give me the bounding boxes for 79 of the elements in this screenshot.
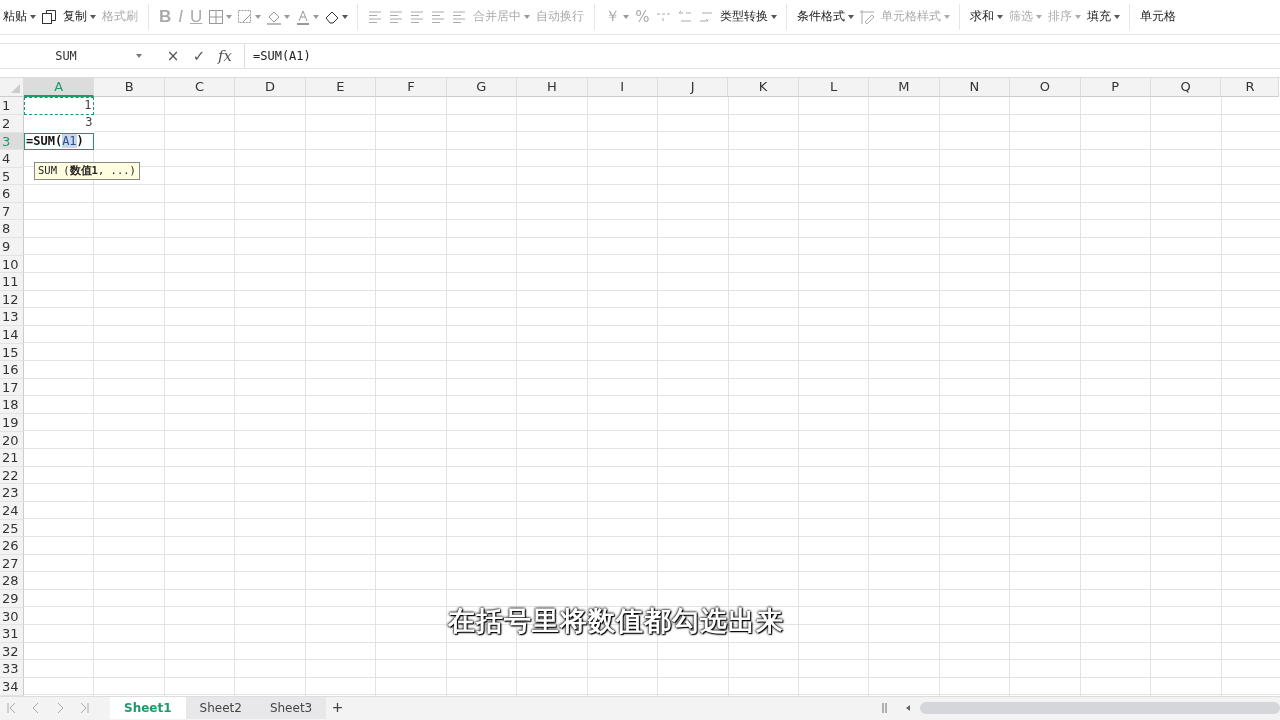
column-header[interactable]: K	[728, 78, 799, 98]
column-header[interactable]: J	[657, 78, 729, 98]
column-header[interactable]: M	[869, 78, 940, 98]
toolbar-button[interactable]: 单元格	[1138, 8, 1177, 26]
function-tooltip: SUM (数值1, ...)	[34, 162, 140, 181]
row-header[interactable]: 14	[0, 326, 24, 344]
row-header[interactable]: 8	[0, 220, 24, 239]
row-header[interactable]: 19	[0, 414, 24, 432]
row-header[interactable]: 23	[0, 484, 24, 502]
row-header[interactable]: 4	[0, 150, 24, 168]
caret-icon[interactable]	[90, 14, 96, 19]
type-convert-button[interactable]: 类型转换	[718, 8, 769, 26]
toolbar-button[interactable]: 求和	[968, 8, 995, 26]
row-header[interactable]: 18	[0, 396, 24, 414]
column-header[interactable]: D	[235, 78, 306, 98]
row-header[interactable]: 13	[0, 308, 24, 327]
align-icon[interactable]	[451, 8, 468, 25]
caret-icon[interactable]	[342, 14, 349, 19]
row-header[interactable]: 28	[0, 572, 24, 590]
column-header[interactable]: R	[1221, 78, 1280, 98]
column-header[interactable]: P	[1080, 78, 1151, 98]
column-header[interactable]: F	[376, 78, 447, 98]
column-header[interactable]: I	[587, 78, 658, 98]
table-cell: 1	[24, 97, 95, 115]
confirm-button[interactable]: ✓	[186, 47, 212, 66]
row-header[interactable]: 21	[0, 449, 24, 467]
column-header[interactable]: L	[798, 78, 870, 98]
horizontal-scrollbar[interactable]	[920, 702, 1280, 715]
row-header[interactable]: 1	[0, 97, 24, 115]
row-header[interactable]: 9	[0, 238, 24, 256]
align-icon[interactable]	[388, 8, 405, 25]
column-header[interactable]: H	[517, 78, 588, 98]
row-header[interactable]: 11	[0, 273, 24, 291]
add-sheet-button[interactable]: +	[326, 697, 349, 719]
column-header[interactable]: G	[446, 78, 518, 98]
cell-style-icon[interactable]	[858, 8, 875, 25]
caret-icon[interactable]	[770, 14, 777, 19]
column-header[interactable]: B	[94, 78, 165, 98]
caret-icon[interactable]	[136, 54, 142, 59]
caret-icon[interactable]	[847, 14, 854, 19]
caret-icon[interactable]	[996, 14, 1003, 19]
column-header[interactable]: Q	[1151, 78, 1222, 98]
copy-icon[interactable]	[41, 8, 57, 25]
column-header[interactable]: O	[1010, 78, 1081, 98]
row-header[interactable]: 33	[0, 660, 24, 678]
column-header[interactable]: C	[164, 78, 236, 98]
row-header[interactable]: 31	[0, 625, 24, 643]
select-all-corner[interactable]	[0, 78, 24, 98]
column-header[interactable]: N	[939, 78, 1011, 98]
column-header[interactable]: E	[305, 78, 377, 98]
shape-icon[interactable]	[237, 8, 254, 25]
formula-field[interactable]: =SUM(A1)	[244, 44, 1280, 69]
first-sheet-icon[interactable]	[6, 702, 18, 715]
toolbar-button[interactable]: 条件格式	[795, 8, 846, 26]
caret-icon[interactable]	[1113, 14, 1120, 19]
row-header[interactable]: 26	[0, 537, 24, 555]
row-header[interactable]: 6	[0, 185, 24, 203]
align-icon[interactable]	[367, 8, 384, 25]
table-cell: 3	[24, 114, 95, 133]
caret-icon[interactable]	[30, 14, 36, 19]
sheet-tab[interactable]: Sheet1	[110, 697, 186, 720]
last-sheet-icon[interactable]	[78, 702, 90, 715]
align-icon[interactable]	[430, 8, 447, 25]
sheet-tab[interactable]: Sheet2	[185, 697, 256, 720]
paste-button[interactable]: 粘贴	[2, 8, 28, 26]
name-box[interactable]: SUM	[0, 44, 132, 69]
corner-triangle-icon	[11, 84, 20, 94]
insert-function-button[interactable]: fx	[212, 47, 238, 66]
align-icon[interactable]	[409, 8, 426, 25]
increase-decimal-icon[interactable]	[676, 8, 693, 25]
sheet-tab[interactable]: Sheet3	[255, 697, 327, 720]
font-color-icon[interactable]	[295, 8, 312, 25]
toolbar-button[interactable]: 填充	[1085, 8, 1112, 26]
cancel-button[interactable]: ×	[160, 47, 186, 66]
splitter-handle[interactable]	[882, 702, 888, 715]
border-icon[interactable]	[208, 8, 225, 25]
caption: 在括号里将数值都勾选出来	[448, 604, 784, 639]
copy-button[interactable]: 复制	[62, 8, 88, 26]
row-header[interactable]: 16	[0, 361, 24, 379]
